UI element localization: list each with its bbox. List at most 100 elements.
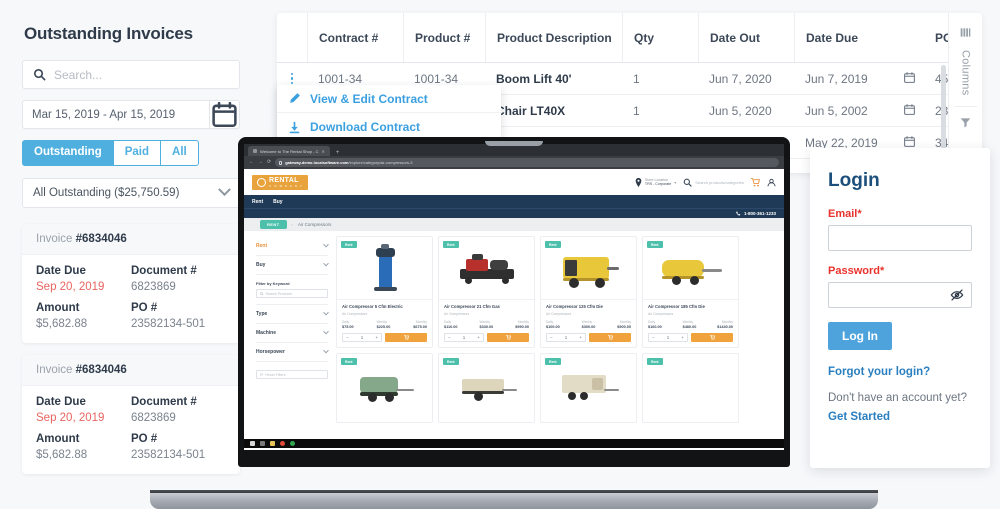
store-location-value: TRS - Corporate [644, 182, 672, 186]
quantity-value: 1 [666, 335, 670, 341]
calendar-icon[interactable] [903, 103, 916, 119]
header-date-out[interactable]: Date Out [698, 13, 794, 62]
columns-icon[interactable] [960, 25, 971, 43]
view-edit-contract-item[interactable]: View & Edit Contract [277, 85, 501, 113]
header-qty[interactable]: Qty [622, 13, 698, 62]
calendar-icon[interactable] [903, 71, 916, 87]
start-icon[interactable] [250, 441, 255, 446]
increment-button[interactable]: + [477, 335, 480, 340]
filter-rent[interactable]: Rent [256, 237, 329, 256]
eye-off-icon[interactable] [950, 288, 964, 302]
file-explorer-icon[interactable] [270, 441, 275, 446]
increment-button[interactable]: + [375, 335, 378, 340]
chrome-icon[interactable] [280, 441, 285, 446]
site-logo[interactable]: RENTAL C O M P A N Y [252, 174, 309, 190]
decrement-button[interactable]: − [550, 335, 553, 340]
email-field[interactable] [828, 225, 972, 251]
product-prices: Daily $100.00 Weekly $300.00 Monthly $90… [541, 316, 636, 329]
chevron-down-icon [218, 183, 231, 197]
filter-keyword-input[interactable]: Search Products [256, 289, 328, 298]
decrement-button[interactable]: − [346, 335, 349, 340]
quantity-value: 1 [462, 335, 466, 341]
product-card[interactable]: Rent [642, 353, 739, 424]
tab-paid[interactable]: Paid [112, 140, 161, 166]
header-po-no[interactable]: PO # [924, 13, 948, 62]
reload-icon[interactable]: ⟳ [267, 160, 271, 165]
nav-item-rent[interactable]: Rent [252, 199, 263, 205]
product-card[interactable]: Rent [438, 353, 535, 424]
tab-all[interactable]: All [160, 140, 199, 166]
arrow-left-icon[interactable]: ← [249, 160, 254, 165]
breadcrumb-rent-badge[interactable]: RENT [260, 220, 287, 229]
quantity-stepper[interactable]: − 1 + [648, 333, 688, 343]
search-placeholder: Search... [54, 67, 103, 82]
product-info: Air Compressor 185 Cfm Die Air Compresso… [643, 299, 738, 316]
site-search[interactable]: Search products/categories [683, 178, 744, 187]
app-icon[interactable] [290, 441, 295, 446]
search-input[interactable]: Search... [22, 60, 240, 89]
invoice-card-header: Invoice #6834046 [22, 223, 240, 255]
quantity-stepper[interactable]: − 1 + [546, 333, 586, 343]
header-product-description[interactable]: Product Description [485, 13, 622, 62]
add-to-cart-button[interactable] [691, 333, 733, 343]
product-card[interactable]: Rent Air Compre [438, 236, 535, 349]
status-select[interactable]: All Outstanding ($25,750.59) [22, 177, 240, 208]
forgot-login-link[interactable]: Forgot your login? [828, 366, 972, 378]
decrement-button[interactable]: − [652, 335, 655, 340]
increment-button[interactable]: + [579, 335, 582, 340]
header-contract-no[interactable]: Contract # [307, 13, 403, 62]
add-to-cart-button[interactable] [385, 333, 427, 343]
get-started-link[interactable]: Get Started [828, 411, 890, 423]
quantity-stepper[interactable]: − 1 + [444, 333, 484, 343]
product-card[interactable]: Rent Air Compressor 185 Cfm Die Air Comp… [642, 236, 739, 349]
task-view-icon[interactable] [260, 441, 265, 446]
email-input[interactable] [829, 226, 971, 250]
product-card[interactable]: Rent [336, 353, 433, 424]
reset-filters-button[interactable]: ⟳ Reset Filters [256, 370, 328, 379]
header-date-due[interactable]: Date Due [794, 13, 924, 62]
product-actions: − 1 + [439, 329, 534, 347]
arrow-right-icon[interactable]: → [258, 160, 263, 165]
value-date-due: Sep 20, 2019 [36, 280, 105, 293]
site-phone-number[interactable]: 1-800-361-1233 [744, 211, 776, 216]
price-value-weekly: $480.00 [682, 325, 697, 330]
download-icon [289, 121, 300, 133]
tab-outstanding[interactable]: Outstanding [22, 140, 113, 166]
price-term-monthly: Monthly [517, 320, 529, 325]
funnel-icon[interactable] [960, 115, 971, 133]
quantity-value: 1 [360, 335, 364, 341]
browser-urlbar[interactable]: gateway.demo.localsoftware.com/explore/c… [275, 158, 779, 167]
chevron-down-icon[interactable]: ▾ [674, 180, 676, 185]
filter-horsepower[interactable]: Horsepower [256, 343, 329, 362]
calendar-icon[interactable] [209, 101, 239, 128]
filter-type[interactable]: Type [256, 305, 329, 324]
invoice-card[interactable]: Invoice #6834046 Date Due Sep 20, 2019 A… [22, 354, 240, 474]
filter-machine[interactable]: Machine [256, 324, 329, 343]
add-to-cart-button[interactable] [589, 333, 631, 343]
store-location-selector[interactable]: Store Location TRS - Corporate ▾ [635, 177, 676, 187]
filter-buy[interactable]: Buy [256, 256, 329, 275]
view-edit-contract-label: View & Edit Contract [310, 91, 428, 106]
price-term-weekly: Weekly [581, 320, 593, 325]
decrement-button[interactable]: − [448, 335, 451, 340]
product-card[interactable]: Rent Air Compressor 5 Cfm Electric Air C… [336, 236, 433, 349]
columns-tab-label[interactable]: Columns [960, 50, 972, 96]
account-icon[interactable] [767, 178, 776, 187]
add-to-cart-button[interactable] [487, 333, 529, 343]
invoice-card[interactable]: Invoice #6834046 Date Due Sep 20, 2019 A… [22, 223, 240, 343]
invoice-number: #6834046 [75, 363, 127, 376]
increment-button[interactable]: + [681, 335, 684, 340]
date-range-input[interactable]: Mar 15, 2019 - Apr 15, 2019 [22, 100, 240, 129]
close-icon[interactable]: ✕ [322, 149, 325, 154]
quantity-stepper[interactable]: − 1 + [342, 333, 382, 343]
product-card[interactable]: Rent [540, 353, 637, 424]
log-in-button[interactable]: Log In [828, 322, 892, 350]
browser-tab[interactable]: Welcome to The Rental Shop - C ✕ [248, 146, 330, 156]
product-title: Air Compressor 5 Cfm Electric [342, 304, 403, 309]
header-product-no[interactable]: Product # [403, 13, 485, 62]
cart-icon[interactable] [751, 177, 760, 187]
product-card[interactable]: Rent Air Compre [540, 236, 637, 349]
nav-item-buy[interactable]: Buy [273, 199, 282, 205]
password-field[interactable] [828, 282, 972, 308]
plus-icon[interactable]: + [336, 150, 340, 156]
